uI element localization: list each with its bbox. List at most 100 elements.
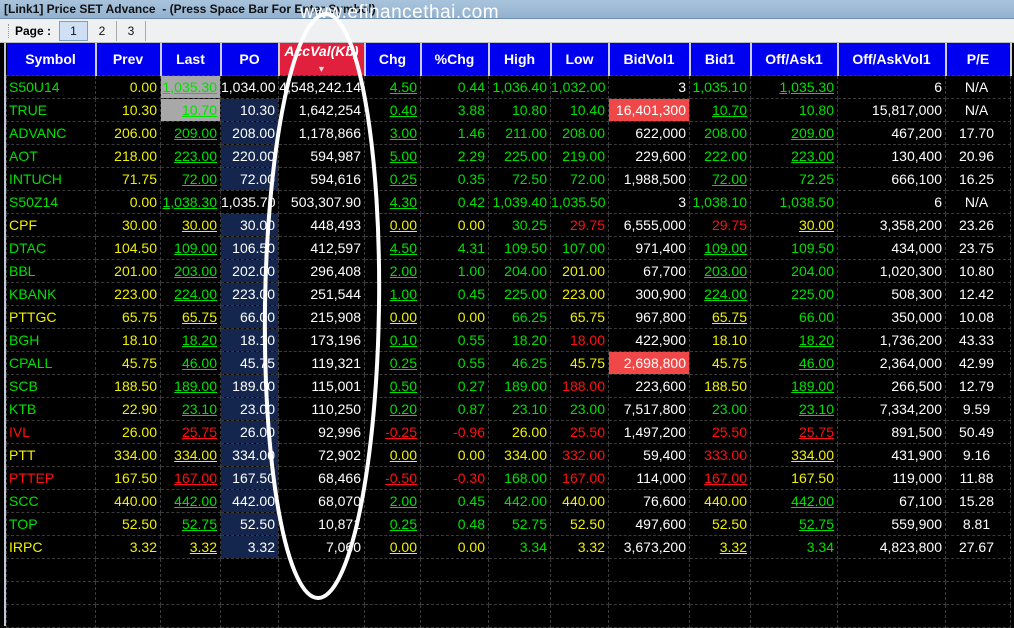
cell-last[interactable]: 72.00 [160,167,221,191]
cell-bid1[interactable]: 109.00 [689,236,751,260]
table-row[interactable]: BBL 201.00 203.00 202.00 296,408 2.00 1.00 204.… [6,259,1011,283]
cell-ask1[interactable]: 167.50 [750,466,838,490]
cell-accval[interactable]: 412,597 [278,236,365,260]
cell-bid1[interactable]: 224.00 [689,282,751,306]
cell-symbol[interactable]: BGH [6,328,96,352]
cell-ask1[interactable]: 189.00 [750,374,838,398]
cell-low[interactable]: 167.00 [550,466,609,490]
cell-last[interactable]: 18.20 [160,328,221,352]
table-row[interactable]: CPALL 45.75 46.00 45.75 119,321 0.25 0.55 46.25… [6,351,1011,375]
cell-symbol[interactable]: PTTGC [6,305,96,329]
cell-pchg[interactable]: 0.00 [420,443,489,467]
cell-high[interactable]: 1,036.40 [488,75,551,99]
cell-high[interactable]: 23.10 [488,397,551,421]
cell-prev[interactable]: 440.00 [95,489,161,513]
cell-chg[interactable]: 4.50 [364,236,421,260]
page-button-3[interactable]: 3 [117,20,147,41]
cell-bidvol1[interactable]: 422,900 [608,328,690,352]
table-row[interactable]: S50U14 0.00 1,035.30 1,034.00 4,548,242.14 4.… [6,75,1011,99]
cell-low[interactable]: 29.75 [550,213,609,237]
cell-high[interactable]: 3.34 [488,535,551,559]
cell-chg[interactable]: 1.00 [364,282,421,306]
cell-po[interactable]: 442.00 [220,489,279,513]
cell-pe[interactable]: 43.33 [945,328,1011,352]
table-row[interactable]: AOT 218.00 223.00 220.00 594,987 5.00 2.29 225.… [6,144,1011,168]
cell-bid1[interactable]: 45.75 [689,351,751,375]
cell-high[interactable]: 442.00 [488,489,551,513]
cell-symbol[interactable]: ADVANC [6,121,96,145]
cell-high[interactable]: 72.50 [488,167,551,191]
cell-last[interactable]: 25.75 [160,420,221,444]
cell-bid1[interactable]: 203.00 [689,259,751,283]
cell-ask1[interactable]: 225.00 [750,282,838,306]
cell-pchg[interactable]: -0.96 [420,420,489,444]
column-header-chg[interactable]: Chg [364,43,422,76]
cell-last[interactable]: 65.75 [160,305,221,329]
cell-ask1[interactable]: 1,035.30 [750,75,838,99]
column-header-last[interactable]: Last [160,43,222,76]
cell-ask1[interactable]: 204.00 [750,259,838,283]
cell-ask1[interactable]: 46.00 [750,351,838,375]
cell-askvol1[interactable]: 559,900 [837,512,946,536]
cell-po[interactable]: 52.50 [220,512,279,536]
cell-prev[interactable]: 18.10 [95,328,161,352]
cell-pchg[interactable]: 3.88 [420,98,489,122]
cell-prev[interactable]: 3.32 [95,535,161,559]
cell-last[interactable]: 30.00 [160,213,221,237]
cell-chg[interactable]: 2.00 [364,259,421,283]
cell-last[interactable]: 442.00 [160,489,221,513]
cell-high[interactable]: 30.25 [488,213,551,237]
cell-pchg[interactable]: 1.46 [420,121,489,145]
cell-last[interactable]: 209.00 [160,121,221,145]
cell-low[interactable]: 52.50 [550,512,609,536]
cell-po[interactable]: 1,034.00 [220,75,279,99]
cell-pchg[interactable]: 0.45 [420,282,489,306]
cell-pchg[interactable]: 0.00 [420,213,489,237]
cell-accval[interactable]: 68,466 [278,466,365,490]
cell-ask1[interactable]: 72.25 [750,167,838,191]
cell-symbol[interactable]: AOT [6,144,96,168]
table-row[interactable]: PTT 334.00 334.00 334.00 72,902 0.00 0.00 334.0… [6,443,1011,467]
cell-accval[interactable]: 251,544 [278,282,365,306]
cell-low[interactable]: 45.75 [550,351,609,375]
cell-ask1[interactable]: 52.75 [750,512,838,536]
table-row[interactable]: BGH 18.10 18.20 18.10 173,196 0.10 0.55 18.20 18… [6,328,1011,352]
table-row[interactable]: ADVANC 206.00 209.00 208.00 1,178,866 3.00 1.4… [6,121,1011,145]
cell-pe[interactable]: 12.79 [945,374,1011,398]
cell-pchg[interactable]: 2.29 [420,144,489,168]
cell-symbol[interactable]: DTAC [6,236,96,260]
cell-pe[interactable]: 20.96 [945,144,1011,168]
cell-last[interactable]: 10.70 [160,98,221,122]
cell-bid1[interactable]: 333.00 [689,443,751,467]
table-row[interactable]: TOP 52.50 52.75 52.50 10,871 0.25 0.48 52.75 52.… [6,512,1011,536]
cell-low[interactable]: 188.00 [550,374,609,398]
cell-last[interactable]: 23.10 [160,397,221,421]
cell-ask1[interactable]: 30.00 [750,213,838,237]
column-header-prev[interactable]: Prev [95,43,162,76]
cell-last[interactable]: 189.00 [160,374,221,398]
cell-po[interactable]: 10.30 [220,98,279,122]
cell-pe[interactable]: 15.28 [945,489,1011,513]
table-row[interactable]: SCC 440.00 442.00 442.00 68,070 2.00 0.45 442.0… [6,489,1011,513]
cell-askvol1[interactable]: 434,000 [837,236,946,260]
cell-symbol[interactable]: TOP [6,512,96,536]
cell-chg[interactable]: 0.25 [364,167,421,191]
column-header-off-ask1[interactable]: Off/Ask1 [750,43,839,76]
cell-po[interactable]: 1,035.70 [220,190,279,214]
cell-askvol1[interactable]: 1,020,300 [837,259,946,283]
cell-askvol1[interactable]: 350,000 [837,305,946,329]
page-button-1[interactable]: 1 [59,20,89,41]
cell-pe[interactable]: 42.99 [945,351,1011,375]
column-header--chg[interactable]: %Chg [420,43,490,76]
cell-high[interactable]: 109.50 [488,236,551,260]
cell-prev[interactable]: 22.90 [95,397,161,421]
cell-bidvol1[interactable]: 16,401,300 [608,98,690,122]
cell-ask1[interactable]: 334.00 [750,443,838,467]
cell-askvol1[interactable]: 266,500 [837,374,946,398]
cell-pe[interactable]: 8.81 [945,512,1011,536]
cell-pe[interactable]: 12.42 [945,282,1011,306]
cell-low[interactable]: 18.00 [550,328,609,352]
cell-pe[interactable]: 11.88 [945,466,1011,490]
cell-po[interactable]: 23.00 [220,397,279,421]
cell-ask1[interactable]: 109.50 [750,236,838,260]
